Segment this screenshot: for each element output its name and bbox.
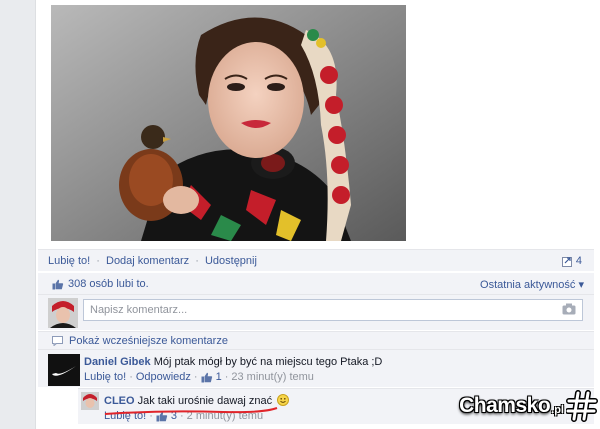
chevron-down-icon: ▾: [578, 279, 584, 291]
watermark: Chamsko .pl: [459, 386, 598, 426]
like-link[interactable]: Lubię to!: [48, 255, 90, 267]
separator: ·: [193, 371, 198, 383]
comment-author-link[interactable]: CLEO: [104, 395, 135, 407]
share-icon: [561, 256, 572, 267]
previous-comments-row: Pokaż wcześniejsze komentarze: [38, 331, 594, 349]
add-comment-link[interactable]: Dodaj komentarz: [106, 255, 189, 267]
watermark-brand: Chamsko: [459, 394, 551, 417]
avatar[interactable]: [81, 392, 99, 410]
comment-text: Mój ptak mógł by być na miejscu tego Pta…: [153, 356, 383, 368]
comment-reply-link[interactable]: Odpowiedz: [136, 371, 191, 383]
thumbs-up-icon[interactable]: [201, 372, 213, 383]
comment-compose-row: Napisz komentarz...: [38, 294, 594, 330]
separator: ·: [129, 371, 133, 383]
photo-illustration: [51, 5, 406, 241]
comment-text: Jak taki urośnie dawaj znać: [137, 395, 273, 407]
post-actions-bar: Lubię to! · Dodaj komentarz · Udostępnij…: [38, 249, 594, 271]
comment-bubble-icon: [52, 336, 63, 346]
recent-activity-dropdown[interactable]: Ostatnia aktywność ▾: [480, 278, 584, 291]
likes-row: 308 osób lubi to. Ostatnia aktywność ▾: [38, 272, 594, 294]
camera-icon[interactable]: [562, 303, 576, 315]
comment-input-placeholder: Napisz komentarz...: [90, 304, 188, 316]
likes-count-text: 308 osób lubi to.: [68, 278, 149, 290]
red-underline-annotation: [104, 407, 278, 415]
separator: ·: [224, 371, 229, 383]
comment-timestamp[interactable]: 23 minut(y) temu: [231, 371, 314, 383]
separator: ·: [195, 255, 199, 267]
watermark-domain: .pl: [551, 404, 564, 416]
left-sidebar-strip: [0, 0, 36, 429]
share-link[interactable]: Udostępnij: [205, 255, 257, 267]
comment-input[interactable]: Napisz komentarz...: [83, 299, 583, 321]
thumbs-up-icon: [52, 279, 64, 289]
share-count[interactable]: 4: [561, 255, 582, 267]
comment-meta: Lubię to! · Odpowiedz · 1 · 23 minut(y) …: [84, 371, 382, 383]
comment-like-count[interactable]: 1: [216, 371, 222, 383]
post-photo[interactable]: [51, 5, 406, 241]
avatar: [48, 298, 78, 328]
comment-author-link[interactable]: Daniel Gibek: [84, 356, 151, 368]
post-actions: Lubię to! · Dodaj komentarz · Udostępnij: [48, 255, 257, 267]
hash-logo-icon: [566, 390, 598, 422]
share-count-value: 4: [575, 255, 582, 267]
recent-activity-label: Ostatnia aktywność: [480, 279, 576, 291]
avatar[interactable]: [48, 354, 80, 386]
show-previous-comments-label: Pokaż wcześniejsze komentarze: [69, 335, 228, 347]
likes-summary[interactable]: 308 osób lubi to.: [52, 278, 149, 290]
comment-body: Daniel Gibek Mój ptak mógł by być na mie…: [84, 356, 382, 383]
separator: ·: [96, 255, 100, 267]
show-previous-comments-link[interactable]: Pokaż wcześniejsze komentarze: [52, 335, 228, 347]
comment-item: Daniel Gibek Mój ptak mógł by być na mie…: [38, 349, 594, 387]
comment-like-link[interactable]: Lubię to!: [84, 371, 126, 383]
swoosh-logo-icon: [48, 354, 80, 386]
smiley-emoticon-icon: [277, 394, 290, 406]
